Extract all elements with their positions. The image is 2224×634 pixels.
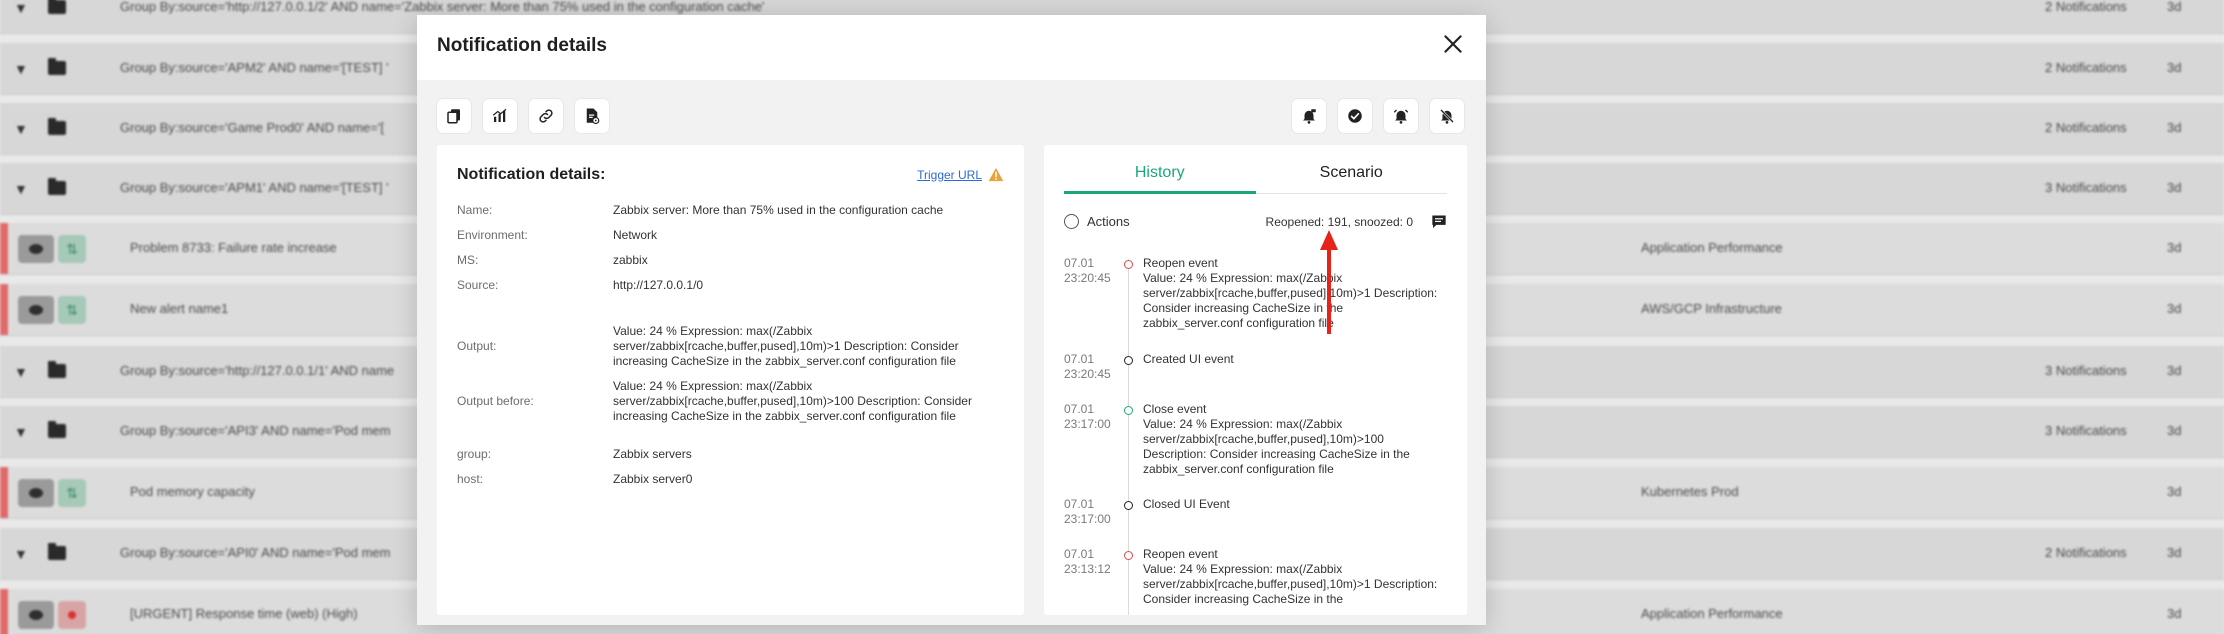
copy-button[interactable] [437, 99, 471, 133]
annotation-arrow-icon [1320, 230, 1338, 334]
event-title: Created UI event [1143, 352, 1234, 366]
status-dot-icon [1124, 551, 1133, 560]
detail-row-group: group: Zabbix servers [457, 447, 692, 461]
details-panel: Notification details: Trigger URL Name: … [437, 145, 1024, 615]
folder-icon [48, 118, 66, 135]
eye-icon[interactable] [18, 235, 54, 263]
comment-icon[interactable] [1431, 214, 1447, 229]
dialog-header: Notification details [417, 15, 1486, 80]
document-settings-icon [586, 108, 600, 125]
event-title: Reopen event [1143, 256, 1218, 270]
details-title: Notification details: [457, 166, 606, 183]
close-icon[interactable] [1440, 31, 1466, 57]
status-dot-icon [1124, 501, 1133, 510]
event-date: 07.01 23:13:12 [1064, 547, 1111, 576]
folder-icon [48, 58, 66, 75]
folder-icon [48, 361, 66, 378]
chart-icon [492, 108, 507, 122]
history-tabs: History Scenario [1064, 159, 1447, 194]
sort-arrows-icon[interactable]: ⇅ [58, 235, 86, 263]
detail-row-source: Source: http://127.0.0.1/0 [457, 278, 704, 292]
event-title: Reopen event [1143, 547, 1218, 561]
event-title: Close event [1143, 402, 1207, 416]
event-date: 07.01 23:17:00 [1064, 497, 1111, 526]
mute-button[interactable] [1430, 99, 1464, 133]
folder-icon [48, 421, 66, 438]
timeline-line [1128, 259, 1129, 615]
status-dot-icon [1124, 356, 1133, 365]
actions-toggle[interactable]: Actions [1064, 214, 1130, 229]
event-date: 07.01 23:20:45 [1064, 256, 1111, 285]
bell-off-icon [1440, 109, 1454, 124]
link-button[interactable] [529, 99, 563, 133]
eye-icon[interactable] [18, 479, 54, 507]
warning-icon [988, 167, 1004, 182]
history-panel: History Scenario Actions Reopened: 191, … [1044, 145, 1467, 615]
document-settings-button[interactable] [575, 99, 609, 133]
chart-button[interactable] [483, 99, 517, 133]
bell-icon [1393, 109, 1409, 124]
trigger-url: Trigger URL [917, 167, 1004, 182]
chevron-down-icon[interactable]: ▼ [14, 181, 30, 197]
chevron-down-icon[interactable]: ▼ [14, 0, 30, 16]
chevron-down-icon[interactable]: ▼ [14, 364, 30, 380]
detail-row-ms: MS: zabbix [457, 253, 648, 267]
status-dot-icon [1124, 260, 1133, 269]
detail-row-host: host: Zabbix server0 [457, 472, 693, 486]
chevron-down-icon[interactable]: ▼ [14, 546, 30, 562]
bell-comment-icon [1303, 109, 1316, 124]
trigger-url-link[interactable]: Trigger URL [917, 168, 982, 182]
dialog-title: Notification details [437, 35, 607, 56]
folder-icon [48, 178, 66, 195]
folder-icon [48, 543, 66, 560]
eye-icon[interactable] [18, 601, 54, 629]
event-date: 07.01 23:17:00 [1064, 402, 1111, 431]
event-description: Value: 24 % Expression: max(/Zabbix serv… [1143, 417, 1410, 476]
snooze-button[interactable] [1384, 99, 1418, 133]
detail-row-output: Output: Value: 24 % Expression: max(/Zab… [457, 324, 959, 368]
status-dot-icon[interactable] [58, 601, 86, 629]
check-circle-icon [1348, 109, 1362, 123]
chevron-down-icon[interactable]: ▼ [14, 121, 30, 137]
chevron-down-icon[interactable]: ▼ [14, 424, 30, 440]
event-title: Closed UI Event [1143, 497, 1230, 511]
actions-checkbox[interactable] [1064, 214, 1079, 229]
event-description: Value: 24 % Expression: max(/Zabbix serv… [1143, 271, 1438, 330]
chevron-down-icon[interactable]: ▼ [14, 61, 30, 77]
sort-arrows-icon[interactable]: ⇅ [58, 479, 86, 507]
actions-label: Actions [1087, 214, 1130, 229]
tab-history[interactable]: History [1064, 159, 1256, 194]
folder-icon [48, 0, 66, 14]
link-icon [539, 109, 553, 123]
event-description: Value: 24 % Expression: max(/Zabbix serv… [1143, 562, 1438, 606]
tab-scenario[interactable]: Scenario [1256, 159, 1448, 193]
acknowledge-button[interactable] [1338, 99, 1372, 133]
copy-icon [447, 109, 460, 124]
eye-icon[interactable] [18, 296, 54, 324]
detail-row-name: Name: Zabbix server: More than 75% used … [457, 203, 944, 217]
reopened-counter: Reopened: 191, snoozed: 0 [1265, 215, 1413, 229]
status-dot-icon [1124, 406, 1133, 415]
bell-comment-button[interactable] [1292, 99, 1326, 133]
detail-row-environment: Environment: Network [457, 228, 658, 242]
detail-row-output-before: Output before: Value: 24 % Expression: m… [457, 379, 972, 423]
sort-arrows-icon[interactable]: ⇅ [58, 296, 86, 324]
event-date: 07.01 23:20:45 [1064, 352, 1111, 381]
